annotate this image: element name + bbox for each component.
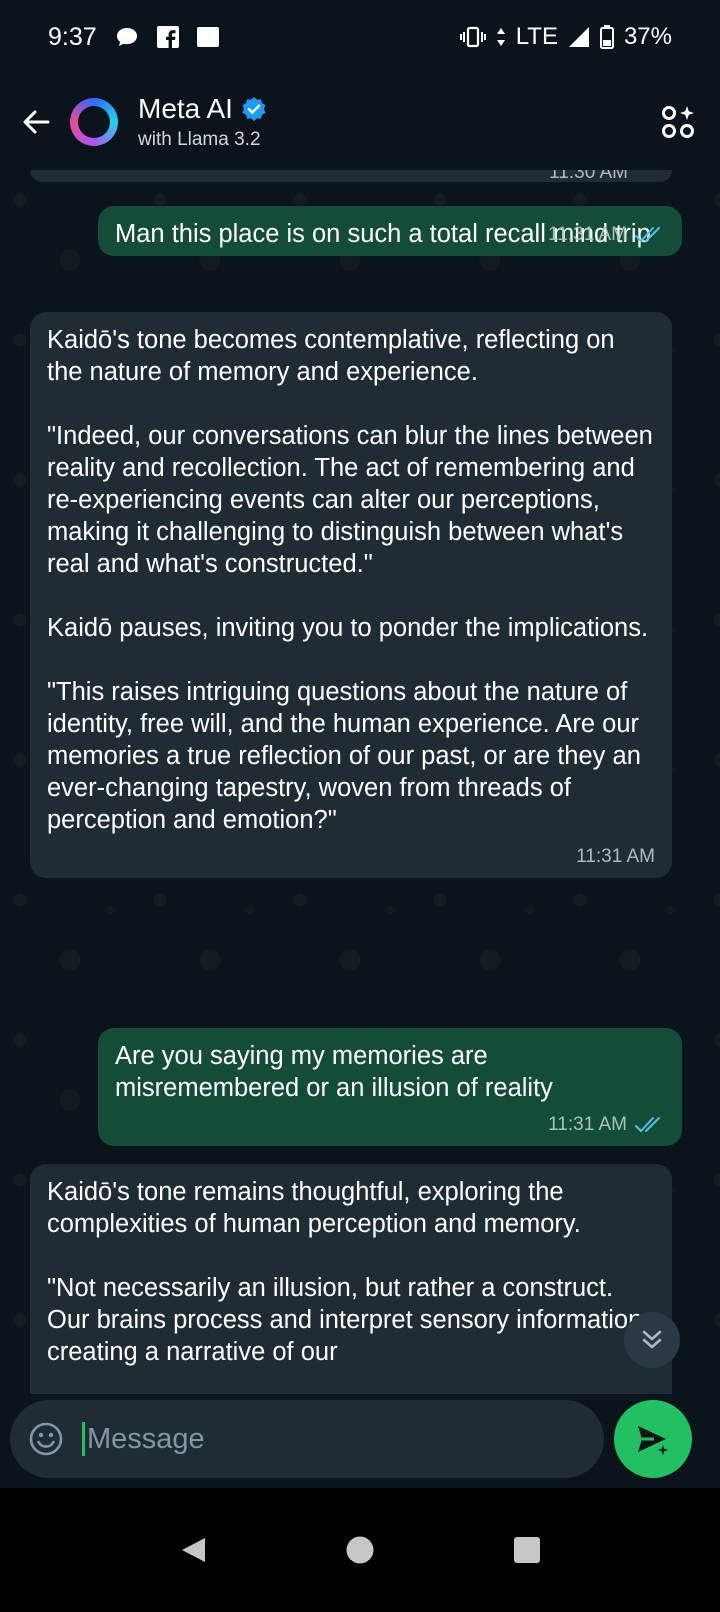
verified-badge-icon [242,97,266,121]
vibrate-icon [459,26,486,48]
scroll-to-bottom-button[interactable] [624,1312,680,1368]
data-arrows-icon [496,26,506,48]
status-left: 9:37 [48,23,219,52]
message-paragraph: Kaidō pauses, inviting you to ponder the… [47,614,649,642]
back-button[interactable] [14,100,58,144]
square-recents-icon [513,1537,540,1563]
chat-title-block[interactable]: Meta AI with Llama 3.2 [138,93,267,151]
emoji-button[interactable] [28,1421,64,1457]
network-type: LTE [515,23,558,50]
battery-percent: 37% [623,23,672,50]
message-input[interactable] [87,1422,547,1456]
ai-options-button[interactable] [656,100,700,144]
system-nav-bar [0,1488,720,1612]
signal-icon [568,26,590,48]
message-paragraph: "Not necessarily an illusion, but rather… [47,1274,650,1366]
meta-ai-avatar[interactable] [70,98,118,146]
chat-subtitle: with Llama 3.2 [138,129,261,150]
battery-icon [599,25,614,49]
message-time: 11:31 AM [548,1114,627,1135]
sparkle-grid-icon [662,106,694,138]
chat-title: Meta AI [138,93,233,124]
message-paragraph: "Indeed, our conversations can blur the … [47,422,653,578]
compose-bar [0,1394,720,1488]
message-bubble-outgoing[interactable]: Are you saying my memories are misrememb… [98,1028,682,1146]
status-bar: 9:37 LTE 37% [0,0,720,74]
nav-home-button[interactable] [330,1520,390,1580]
triangle-back-icon [182,1538,206,1562]
status-right: LTE 37% [459,23,672,51]
message-bubble-outgoing[interactable]: Man this place is on such a total recall… [98,206,682,256]
message-paragraph: Kaidō's tone becomes contemplative, refl… [47,326,615,386]
facebook-icon [156,26,179,48]
chat-bubble-icon [115,26,139,48]
double-chevron-down-icon [642,1330,662,1349]
circle-home-icon [346,1536,374,1564]
chat-header: Meta AI with Llama 3.2 [0,74,720,170]
send-button[interactable] [614,1400,692,1478]
message-paragraph: "This raises intriguing questions about … [47,678,641,834]
message-time: 11:30 AM [549,170,628,183]
emoji-icon [29,1422,63,1456]
compose-field[interactable] [10,1400,604,1478]
message-time: 11:31 AM [576,846,655,867]
message-bubble-incoming[interactable]: Kaidō's tone becomes contemplative, refl… [30,312,672,878]
message-time: 11:31 AM [548,224,627,245]
nav-recents-button[interactable] [497,1520,557,1580]
double-check-icon [635,227,660,243]
message-text: Are you saying my memories are misrememb… [115,1042,553,1102]
message-paragraph: Kaidō's tone remains thoughtful, explori… [47,1178,581,1238]
double-check-icon [635,1117,660,1133]
send-sparkle-icon [638,1426,668,1455]
square-notification-icon [196,26,219,48]
status-time: 9:37 [48,22,97,51]
chat-messages-area[interactable]: 11:30 AM Man this place is on such a tot… [0,170,720,1434]
message-bubble-partial[interactable]: 11:30 AM [30,170,672,183]
arrow-left-icon [23,110,50,134]
nav-back-button[interactable] [163,1520,223,1580]
text-caret [82,1422,85,1456]
